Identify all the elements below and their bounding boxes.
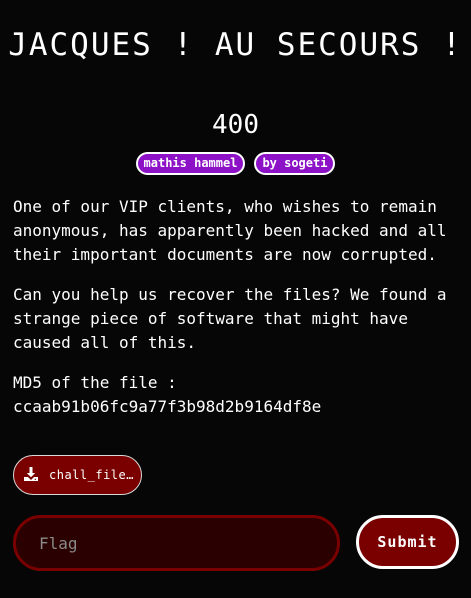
challenge-points: 400	[212, 110, 259, 140]
challenge-description: One of our VIP clients, who wishes to re…	[13, 195, 463, 435]
file-name: chall_files.zip	[49, 468, 137, 482]
tag-author: mathis hammel	[135, 152, 246, 175]
md5-value: ccaab91b06fc9a77f3b98d2b9164df8e	[13, 397, 322, 416]
description-paragraph: One of our VIP clients, who wishes to re…	[13, 197, 447, 264]
submit-button[interactable]: Submit	[356, 515, 459, 569]
tag-list: mathis hammel by sogeti	[0, 152, 471, 175]
download-icon	[23, 466, 39, 485]
md5-label: MD5 of the file :	[13, 373, 177, 392]
download-file-button[interactable]: chall_files.zip	[13, 455, 142, 495]
flag-input[interactable]	[13, 515, 340, 571]
md5-info: MD5 of the file : ccaab91b06fc9a77f3b98d…	[13, 371, 463, 419]
description-paragraph: Can you help us recover the files? We fo…	[13, 285, 447, 352]
tag-sponsor: by sogeti	[254, 152, 336, 175]
challenge-title: JACQUES ! AU SECOURS !	[8, 27, 463, 63]
